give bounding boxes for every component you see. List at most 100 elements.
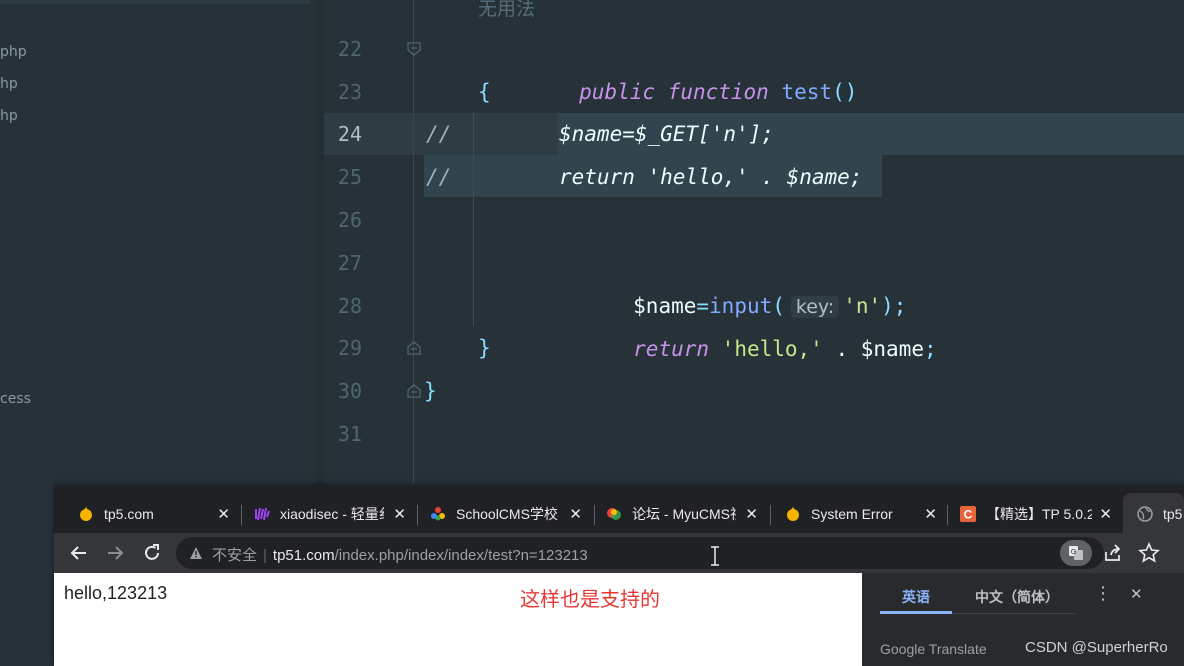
tab-title: 【精选】TP 5.0.2 bbox=[986, 506, 1092, 522]
close-icon[interactable]: ✕ bbox=[924, 505, 937, 523]
tab-title: tp5.com bbox=[104, 506, 154, 522]
panel-selection-bar bbox=[0, 0, 310, 4]
active-browser-tab[interactable]: tp5 bbox=[1123, 493, 1184, 533]
translate-target-tab[interactable]: 中文（简体） bbox=[975, 587, 1059, 607]
line-number: 29 bbox=[337, 336, 362, 360]
tab-separator bbox=[770, 505, 771, 525]
globe-icon bbox=[1137, 506, 1153, 522]
brace: { bbox=[478, 80, 491, 104]
browser-toolbar: 不安全 | tp51.com/index.php/index/index/test?… bbox=[54, 533, 1184, 573]
project-file-item[interactable]: hp bbox=[0, 76, 18, 92]
tp-favicon-icon bbox=[80, 507, 92, 521]
code-line-26: 26 bbox=[324, 199, 1184, 242]
fold-end-icon[interactable] bbox=[407, 341, 421, 355]
line-number: 25 bbox=[337, 165, 362, 189]
translate-icon: G bbox=[1069, 546, 1083, 560]
bookmark-star-icon[interactable] bbox=[1137, 541, 1161, 565]
url-path: /index.php/index/index/test?n=123213 bbox=[334, 547, 588, 564]
svg-text:C: C bbox=[964, 508, 973, 522]
brace: } bbox=[424, 379, 437, 403]
tab-title: System Error bbox=[811, 506, 893, 522]
security-label: 不安全 bbox=[212, 547, 258, 564]
browser-tab[interactable]: C 【精选】TP 5.0.2 ✕ bbox=[960, 497, 1112, 531]
code-line-23: 23 { bbox=[324, 71, 1184, 114]
browser-tab[interactable]: xiaodisec - 轻量纟 ✕ bbox=[254, 497, 406, 531]
tab-strip: tp5.com ✕ xiaodisec - 轻量纟 ✕ SchoolCMS学校 … bbox=[54, 485, 1184, 533]
line-number: 26 bbox=[337, 208, 362, 232]
code-line-28: 28 return 'hello,' . $name; bbox=[324, 285, 1184, 361]
close-icon[interactable]: ✕ bbox=[569, 505, 582, 523]
text-cursor-icon bbox=[711, 546, 719, 566]
warning-triangle-icon[interactable] bbox=[189, 546, 203, 560]
code-line-29: 29 } bbox=[324, 327, 1184, 370]
schoolcms-favicon-icon bbox=[431, 507, 445, 521]
line-number: 24 bbox=[337, 122, 362, 146]
waveform-icon bbox=[255, 507, 270, 521]
close-icon[interactable]: ✕ bbox=[393, 505, 406, 523]
share-icon[interactable] bbox=[1101, 541, 1125, 565]
close-icon[interactable]: ✕ bbox=[745, 505, 758, 523]
project-file-item[interactable]: cess bbox=[0, 391, 31, 407]
line-number: 28 bbox=[337, 294, 362, 318]
active-tab-indicator bbox=[880, 611, 952, 614]
tab-separator bbox=[241, 505, 242, 525]
csdn-favicon-icon: C bbox=[960, 506, 976, 522]
browser-tab[interactable]: System Error ✕ bbox=[785, 497, 937, 531]
forward-arrow-icon[interactable] bbox=[103, 541, 127, 565]
comment-marker: // bbox=[426, 122, 452, 146]
tab-separator bbox=[594, 505, 595, 525]
line-number: 27 bbox=[337, 251, 362, 275]
tab-separator bbox=[417, 505, 418, 525]
translate-source-tab[interactable]: 英语 bbox=[902, 587, 930, 607]
tab-title: 论坛 - MyuCMS社 bbox=[632, 506, 736, 522]
browser-tab[interactable]: SchoolCMS学校 ✕ bbox=[430, 497, 582, 531]
address-bar[interactable]: 不安全 | tp51.com/index.php/index/index/test?… bbox=[176, 537, 1104, 569]
page-output-text: hello,123213 bbox=[64, 583, 168, 603]
line-number: 30 bbox=[337, 379, 362, 403]
commented-code: $name=$_GET['n']; bbox=[559, 122, 774, 146]
project-file-item[interactable]: php bbox=[0, 44, 27, 60]
code-line: 无用法 bbox=[324, 0, 1184, 31]
translate-button[interactable]: G bbox=[1060, 540, 1092, 566]
line-number: 31 bbox=[337, 422, 362, 446]
code-line-27: 27 $name=input(key:'n'); bbox=[324, 242, 1184, 318]
code-line-24: 24 // $name=$_GET['n']; bbox=[324, 113, 1184, 156]
google-translate-label: Google Translate bbox=[880, 641, 987, 657]
code-line-22: 22 public function test() bbox=[324, 28, 1184, 104]
tab-separator bbox=[947, 505, 948, 525]
watermark: CSDN @SuperherRo bbox=[1025, 639, 1168, 656]
url-host: tp51.com bbox=[272, 547, 335, 564]
code-line-25: 25 // return 'hello,' . $name; bbox=[324, 156, 1184, 199]
forum-favicon-icon bbox=[607, 508, 621, 520]
reload-icon[interactable] bbox=[140, 541, 164, 565]
code-line-30: 30 } bbox=[324, 370, 1184, 413]
brace: } bbox=[478, 336, 491, 360]
tp-favicon-icon bbox=[787, 507, 799, 521]
page-content: hello,123213 这样也是支持的 bbox=[54, 573, 862, 666]
red-annotation: 这样也是支持的 bbox=[520, 587, 660, 611]
partial-comment-text: 无用法 bbox=[478, 0, 536, 20]
tab-title: xiaodisec - 轻量纟 bbox=[280, 506, 384, 522]
browser-window: tp5.com ✕ xiaodisec - 轻量纟 ✕ SchoolCMS学校 … bbox=[54, 485, 1184, 666]
browser-tab[interactable]: 论坛 - MyuCMS社 ✕ bbox=[606, 497, 758, 531]
url-separator: | bbox=[263, 547, 267, 564]
svg-text:G: G bbox=[1071, 548, 1076, 556]
close-icon[interactable]: ✕ bbox=[1130, 585, 1143, 603]
close-icon[interactable]: ✕ bbox=[1099, 505, 1112, 523]
browser-tab[interactable]: tp5.com ✕ bbox=[78, 497, 230, 531]
more-options-icon[interactable]: ⋮ bbox=[1094, 583, 1112, 604]
fold-collapse-icon[interactable] bbox=[407, 42, 421, 56]
close-icon[interactable]: ✕ bbox=[217, 505, 230, 523]
fold-end-icon[interactable] bbox=[407, 384, 421, 398]
url-display: 不安全 | tp51.com/index.php/index/index/test?… bbox=[212, 544, 588, 565]
code-line-31: 31 bbox=[324, 413, 1184, 456]
project-file-item[interactable]: hp bbox=[0, 108, 18, 124]
comment-marker: // bbox=[426, 165, 452, 189]
commented-code: return 'hello,' . $name; bbox=[559, 165, 863, 189]
tab-title: SchoolCMS学校 bbox=[456, 506, 558, 522]
tab-title: tp5 bbox=[1163, 506, 1183, 522]
back-arrow-icon[interactable] bbox=[67, 541, 91, 565]
line-number: 23 bbox=[337, 80, 362, 104]
browser-tab-content: tp5 bbox=[1137, 497, 1184, 531]
line-number: 22 bbox=[337, 37, 362, 61]
